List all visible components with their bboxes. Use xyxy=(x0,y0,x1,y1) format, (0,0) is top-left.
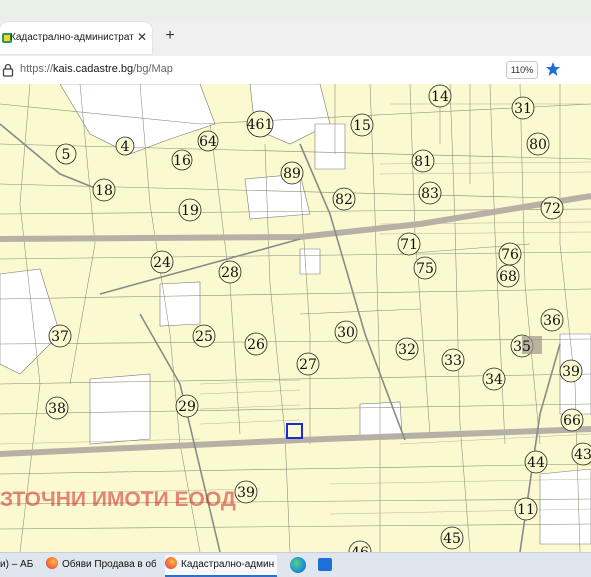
parcel-label: 82 xyxy=(335,192,353,208)
parcel-label: 35 xyxy=(513,339,531,355)
taskbar-item-3-label: Кадастрално-админ xyxy=(181,559,275,570)
parcel-label: 27 xyxy=(299,357,317,373)
parcel-label: 37 xyxy=(51,329,69,345)
parcel-label: 24 xyxy=(153,255,171,271)
os-top-strip xyxy=(0,0,591,20)
parcel-label: 30 xyxy=(337,325,355,341)
url-path: /bg/Map xyxy=(133,63,173,75)
url-prefix: https:// xyxy=(20,63,54,75)
bookmark-star-icon[interactable] xyxy=(545,61,561,77)
taskbar-item-2[interactable]: Обяви Продава в об xyxy=(46,555,156,575)
parcel-label: 18 xyxy=(95,183,113,199)
parcel-label: 29 xyxy=(178,399,196,415)
url-text[interactable]: https://kais.cadastre.bg/bg/Map xyxy=(20,63,173,75)
parcel-label: 89 xyxy=(283,166,301,182)
taskbar-item-2-label: Обяви Продава в об xyxy=(62,559,156,570)
parcel-label: 36 xyxy=(543,313,561,329)
parcel-label: 45 xyxy=(443,531,461,547)
parcel-label: 26 xyxy=(247,337,265,353)
parcel-label: 81 xyxy=(414,154,432,170)
map-watermark-text: ЗТОЧНИ ИМОТИ ЕООД xyxy=(0,488,236,511)
taskbar-item-3[interactable]: Кадастрално-админ xyxy=(165,555,277,577)
edge-browser-icon[interactable] xyxy=(290,557,306,573)
firefox-icon xyxy=(165,557,177,569)
parcel-label: 44 xyxy=(527,455,545,471)
parcel-label: 11 xyxy=(517,502,535,518)
new-tab-button[interactable]: + xyxy=(162,28,178,44)
tab-title: Кадастрално-административн xyxy=(10,32,134,43)
address-bar[interactable]: https://kais.cadastre.bg/bg/Map 110% xyxy=(0,56,591,85)
cadastral-map[interactable]: 5 4 16 64 461 15 14 31 80 81 89 18 82 83 19 72 71 24 28 75 7… xyxy=(0,84,591,552)
parcel-label: 32 xyxy=(398,342,416,358)
parcel-label: 68 xyxy=(499,269,517,285)
parcel-label: 19 xyxy=(181,203,199,219)
parcel-label: 5 xyxy=(62,147,71,163)
browser-tabbar: Кадастрално-административн ✕ + xyxy=(0,20,591,56)
parcel-label: 72 xyxy=(543,201,561,217)
parcel-label: 39 xyxy=(237,485,255,501)
parcel-label: 31 xyxy=(514,101,532,117)
parcel-label: 4 xyxy=(121,139,130,155)
parcel-label: 15 xyxy=(353,118,371,134)
parcel-label: 66 xyxy=(563,413,581,429)
url-host: kais.cadastre.bg xyxy=(53,63,134,75)
parcel-label: 38 xyxy=(48,401,66,417)
parcel-label: 461 xyxy=(247,117,274,133)
parcel-label: 28 xyxy=(221,265,239,281)
zoom-level-button[interactable]: 110% xyxy=(506,61,538,79)
close-tab-icon[interactable]: ✕ xyxy=(135,30,149,44)
parcel-label: 14 xyxy=(431,89,449,105)
firefox-icon xyxy=(46,557,58,569)
parcel-label: 71 xyxy=(400,237,418,253)
lock-icon xyxy=(2,63,14,77)
parcel-label: 39 xyxy=(562,364,580,380)
parcel-label: 33 xyxy=(444,353,462,369)
parcel-label: 43 xyxy=(574,447,591,463)
parcel-label: 64 xyxy=(199,134,217,150)
parcel-label: 83 xyxy=(421,186,439,202)
os-taskbar: и) – АБ Обяви Продава в об Кадастрално-а… xyxy=(0,552,591,577)
parcel-label: 34 xyxy=(485,372,503,388)
tab-cadastre[interactable]: Кадастрално-административн ✕ xyxy=(0,22,152,54)
parcel-label: 75 xyxy=(416,261,434,277)
map-canvas[interactable]: 5 4 16 64 461 15 14 31 80 81 89 18 82 83 19 72 71 24 28 75 7… xyxy=(0,84,591,552)
parcel-label: 25 xyxy=(195,329,213,345)
parcel-label: 46 xyxy=(351,545,369,552)
taskbar-item-1[interactable]: и) – АБ xyxy=(0,555,40,575)
selected-parcel-outline[interactable] xyxy=(286,423,303,439)
parcel-label: 76 xyxy=(501,247,519,263)
store-icon[interactable] xyxy=(318,558,332,571)
parcel-label: 80 xyxy=(529,137,547,153)
parcel-label: 16 xyxy=(173,153,191,169)
